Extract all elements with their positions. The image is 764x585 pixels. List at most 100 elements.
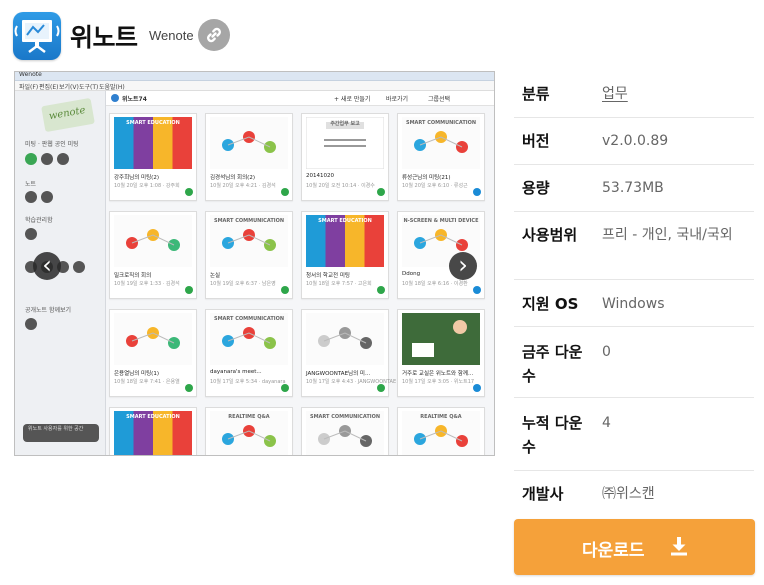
note-thumbnail: SMART EDUCATION	[306, 215, 384, 267]
note-thumbnail-title: REALTIME Q&A	[420, 414, 462, 420]
developer-label: 개발사	[522, 485, 564, 503]
note-title: 강주희님의 미팅(2)	[114, 175, 159, 181]
note-card: REALTIME Q&A	[205, 407, 293, 455]
license-value: 프리 - 개인, 국내/국외	[602, 227, 733, 243]
note-meta: 10월 18일 오후 7:57 · 고은희	[306, 281, 372, 287]
note-title: 20141020	[306, 173, 334, 179]
share-status-icon	[377, 188, 385, 196]
note-icon	[41, 191, 53, 203]
note-meta: 10월 19일 오후 1:33 · 김경석	[114, 281, 180, 287]
share-status-icon	[473, 188, 481, 196]
note-thumbnail	[402, 313, 480, 365]
download-button[interactable]: 다운로드	[514, 519, 755, 575]
note-card: SMART COMMUNICATION dayanara's meet... 10월…	[205, 309, 293, 397]
link-icon[interactable]	[198, 19, 230, 51]
share-icon	[73, 261, 85, 273]
note-meta: 10월 20일 오후 1:08 · 강주희	[114, 183, 180, 189]
download-icon	[669, 536, 689, 556]
app-title: 위노트	[70, 23, 138, 52]
note-card: REALTIME Q&A	[397, 407, 485, 455]
share-status-icon	[377, 286, 385, 294]
group-select-button: 그룹선택	[428, 96, 451, 103]
note-card: SMART EDUCATION 강주희님의 미팅(2) 10월 20일 오후 1:0…	[109, 113, 197, 201]
note-card: SMART EDUCATION	[109, 407, 197, 455]
share-status-icon	[473, 286, 481, 294]
note-card: 은용열님의 미팅(1) 10월 18일 오후 7:41 · 은용열	[109, 309, 197, 397]
note-thumbnail: SMART COMMUNICATION	[210, 215, 288, 267]
meeting-icon	[57, 153, 69, 165]
note-meta: 10월 20일 오후 4:21 · 김경석	[210, 183, 276, 189]
menu-item: 편집(E)	[39, 84, 59, 91]
note-thumbnail-title: SMART COMMUNICATION	[405, 120, 477, 126]
chevron-right-icon[interactable]: ›	[449, 252, 477, 280]
note-meta: 10월 18일 오후 6:16 · 이경환	[402, 281, 468, 287]
os-label: 지원 OS	[522, 295, 579, 313]
note-thumbnail: SMART COMMUNICATION	[306, 411, 384, 455]
note-title: dayanara's meet...	[210, 369, 262, 375]
total-downloads-value: 4	[602, 415, 611, 431]
note-thumbnail	[210, 117, 288, 169]
shortcut-button: 바로가기	[386, 96, 409, 103]
note-thumbnail: REALTIME Q&A	[402, 411, 480, 455]
panel-section-label: 노트	[25, 181, 37, 188]
note-thumbnail	[306, 313, 384, 365]
note-title: Ddong	[402, 271, 421, 277]
study-icon	[25, 228, 37, 240]
share-status-icon	[185, 188, 193, 196]
info-row-version: 버전 v2.0.0.89	[514, 118, 754, 165]
meeting-icon	[41, 153, 53, 165]
note-thumbnail	[114, 313, 192, 365]
note-title: 거주로 교실은 위노트와 함께...	[402, 371, 474, 377]
chevron-left-icon[interactable]: ‹	[33, 252, 61, 280]
screenshot-carousel[interactable]: Wenote 파일(F) 편집(E) 보기(V) 도구(T) 도움말(H) we…	[14, 71, 495, 456]
version-label: 버전	[522, 132, 550, 150]
share-status-icon	[185, 384, 193, 392]
note-thumbnail: REALTIME Q&A	[210, 411, 288, 455]
wenote-logo: wenote	[41, 97, 95, 133]
screenshot-left-panel: wenote 미팅 · 판웹 공인 미팅 노트 학습관리함 공개노트 함께보기 …	[15, 91, 106, 455]
panel-badge: 위노트 사용자를 위한 공간	[23, 424, 99, 442]
menu-item: 도움말(H)	[99, 84, 125, 91]
breadcrumb: 위노트74	[122, 96, 147, 103]
note-thumbnail-title: SMART COMMUNICATION	[213, 218, 285, 224]
size-value: 53.73MB	[602, 180, 664, 196]
info-row-license: 사용범위 프리 - 개인, 국내/국외	[514, 212, 754, 280]
note-title: 은용열님의 미팅(1)	[114, 371, 159, 377]
category-link[interactable]: 업무	[602, 82, 750, 106]
note-title: 밀크로직의 회의	[114, 273, 152, 279]
menu-item: 파일(F)	[19, 84, 39, 91]
note-title: 김경석님의 회의(2)	[210, 175, 255, 181]
note-icon	[25, 191, 37, 203]
note-thumbnail	[114, 215, 192, 267]
public-note-icon	[25, 318, 37, 330]
size-label: 용량	[522, 179, 550, 197]
home-icon	[111, 94, 119, 102]
note-card: SMART COMMUNICATION	[301, 407, 389, 455]
note-thumbnail-title: SMART COMMUNICATION	[309, 414, 381, 420]
note-thumbnail-title: SMART EDUCATION	[318, 218, 372, 224]
info-row-total-downloads: 누적 다운수 4	[514, 398, 754, 471]
share-status-icon	[281, 286, 289, 294]
menu-item: 도구(T)	[79, 84, 99, 91]
os-value: Windows	[602, 296, 665, 312]
panel-section-label: 공개노트 함께보기	[25, 307, 72, 314]
share-status-icon	[281, 188, 289, 196]
note-thumbnail-title: SMART COMMUNICATION	[213, 316, 285, 322]
category-label: 분류	[522, 85, 550, 103]
panel-section-label: 미팅 · 판웹 공인 미팅	[25, 141, 79, 148]
note-thumbnail-title: N-SCREEN & MULTI DEVICE	[403, 218, 479, 224]
note-meta: 10월 18일 오후 7:41 · 은용열	[114, 379, 180, 385]
license-label: 사용범위	[522, 226, 578, 244]
share-status-icon	[185, 286, 193, 294]
note-thumbnail: 주간업무 보고	[306, 117, 384, 169]
developer-value: ㈜위스캔	[602, 486, 655, 502]
note-title: JANGWOONTAE님의 미...	[306, 371, 371, 377]
download-button-label: 다운로드	[582, 541, 645, 561]
note-card: 주간업무 보고 20141020 10월 20일 오전 10:14 · 이경수	[301, 113, 389, 201]
share-status-icon	[377, 384, 385, 392]
note-meta: 10월 19일 오후 6:37 · 남은영	[210, 281, 276, 287]
weekly-downloads-label: 금주 다운수	[522, 343, 583, 385]
info-row-developer: 개발사 ㈜위스캔	[514, 471, 754, 513]
note-thumbnail-title: REALTIME Q&A	[228, 414, 270, 420]
note-card: SMART COMMUNICATION 류성근님의 미팅(21) 10월 20일 오…	[397, 113, 485, 201]
